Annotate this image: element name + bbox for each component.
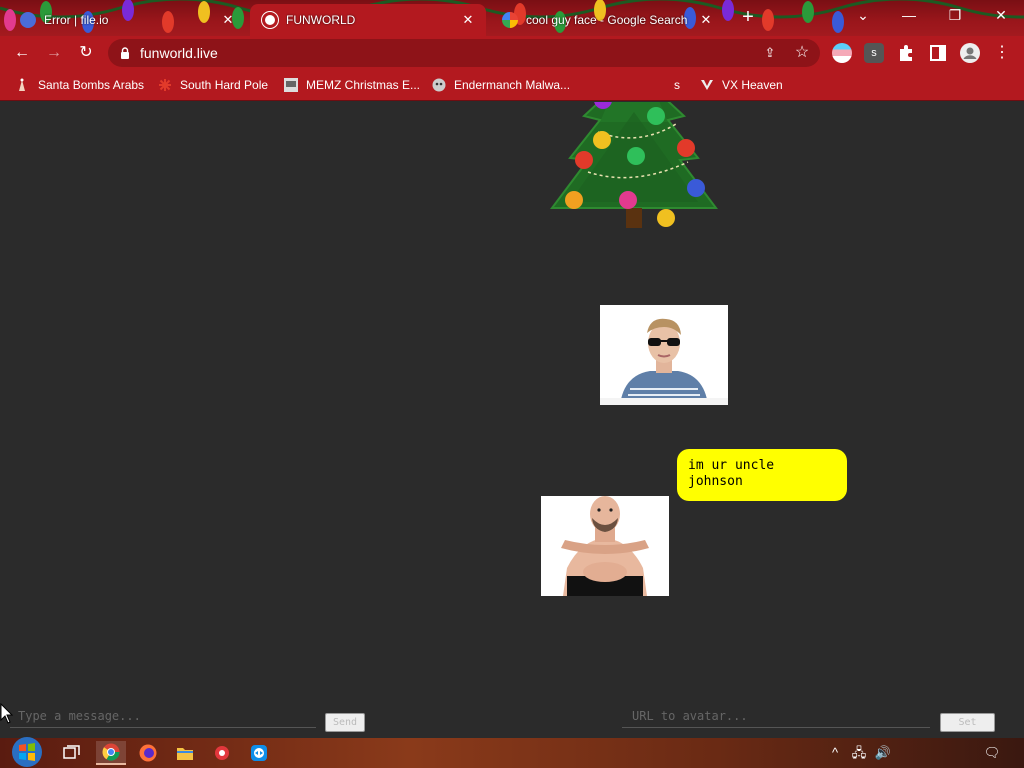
santa-icon [19, 78, 25, 91]
google-icon [502, 12, 518, 28]
tab-funworld[interactable]: FUNWORLD ✕ [250, 4, 486, 36]
bookmark-south-hard-pole[interactable]: South Hard Pole [158, 76, 268, 94]
bookmark-label: Santa Bombs Arabs [38, 78, 145, 92]
globe-icon [262, 12, 278, 28]
tab-title: cool guy face - Google Search [526, 13, 688, 27]
bookmark-memz-christmas[interactable]: MEMZ Christmas E... [284, 76, 420, 94]
bookmarks-bar: Santa Bombs Arabs South Hard Pole MEMZ C… [0, 69, 1024, 101]
browser-toolbar: ← → ↻ funworld.live ⇪ ☆ s ⋮ [0, 36, 1024, 69]
teamviewer-icon[interactable] [244, 741, 274, 765]
close-tab-icon[interactable]: ✕ [698, 12, 714, 28]
chrome-menu-button[interactable]: ⋮ [990, 41, 1014, 65]
bookmark-label: s [674, 78, 680, 92]
christmas-tree-image [550, 102, 718, 228]
uncle-johnson-avatar-image [541, 496, 669, 596]
bookmark-label: MEMZ Christmas E... [306, 78, 421, 92]
network-icon[interactable]: 🖧 [850, 744, 868, 762]
tab-error-fileio[interactable]: Error | file.io ✕ [8, 4, 246, 36]
screen: Error | file.io ✕ FUNWORLD ✕ cool guy fa… [0, 0, 1024, 768]
bookmark-santa-bombs-arabs[interactable]: Santa Bombs Arabs [16, 76, 144, 94]
tab-title: Error | file.io [44, 13, 109, 27]
extensions-puzzle-icon[interactable] [896, 43, 916, 63]
back-button[interactable]: ← [10, 41, 34, 65]
close-window-button[interactable]: ✕ [978, 0, 1024, 30]
snowflake-icon [159, 79, 171, 91]
avatar-url-input[interactable] [622, 704, 930, 728]
volume-icon[interactable]: 🔊 [874, 744, 892, 762]
url-text: funworld.live [140, 45, 218, 61]
close-tab-icon[interactable]: ✕ [460, 12, 476, 28]
restore-button[interactable]: ❐ [932, 0, 978, 30]
close-tab-icon[interactable]: ✕ [220, 12, 236, 28]
send-button[interactable]: Send [325, 713, 365, 732]
profile-avatar-icon[interactable] [960, 43, 980, 63]
reload-button[interactable]: ↻ [74, 41, 98, 65]
chat-bubble: im ur uncle johnson [677, 449, 847, 501]
bookmark-label: Endermanch Malwa... [454, 78, 571, 92]
firefox-icon[interactable] [133, 741, 163, 765]
bookmark-star-icon[interactable]: ☆ [790, 41, 814, 65]
app-icon[interactable] [207, 741, 237, 765]
bookmark-vx-heaven[interactable]: VX Heaven [700, 76, 783, 94]
set-avatar-button[interactable]: Set avatar [940, 713, 995, 732]
share-icon[interactable]: ⇪ [758, 41, 782, 65]
new-tab-button[interactable]: + [738, 7, 758, 27]
extension-flag-icon[interactable] [832, 43, 852, 63]
endermanch-icon [432, 78, 446, 92]
forward-button[interactable]: → [42, 41, 66, 65]
extension-s-icon[interactable]: s [864, 43, 884, 63]
side-panel-icon[interactable] [928, 43, 948, 63]
tab-title: FUNWORLD [286, 13, 356, 27]
bookmark-hidden-fragment[interactable]: s [674, 76, 680, 94]
mouse-cursor-icon [0, 703, 14, 724]
windows-taskbar: ^ 🖧 🔊 🗨 [0, 736, 1024, 768]
tab-google-search[interactable]: cool guy face - Google Search ✕ [490, 4, 724, 36]
bookmark-label: VX Heaven [722, 78, 783, 92]
vx-heaven-icon [701, 80, 713, 90]
fileio-favicon-icon [20, 12, 36, 28]
task-view-icon[interactable] [57, 741, 87, 765]
cool-guy-avatar-image [600, 305, 728, 405]
bookmark-endermanch-malware[interactable]: Endermanch Malwa... [432, 76, 570, 94]
minimize-button[interactable]: — [886, 0, 932, 30]
message-input[interactable] [10, 704, 316, 728]
address-bar[interactable]: funworld.live [108, 39, 820, 67]
notifications-icon[interactable]: 🗨 [982, 744, 1002, 762]
chrome-icon[interactable] [96, 741, 126, 765]
tab-search-button[interactable]: ⌄ [840, 0, 886, 30]
windows-start-icon[interactable] [8, 736, 46, 768]
show-hidden-icons-chevron-icon[interactable]: ^ [826, 744, 844, 762]
file-explorer-icon[interactable] [170, 741, 200, 765]
funworld-page: im ur uncle johnson Send Set avatar [0, 102, 1024, 738]
tab-strip: Error | file.io ✕ FUNWORLD ✕ cool guy fa… [0, 0, 1024, 36]
bookmark-label: South Hard Pole [180, 78, 269, 92]
memz-icon [284, 78, 298, 92]
lock-icon [121, 47, 129, 59]
